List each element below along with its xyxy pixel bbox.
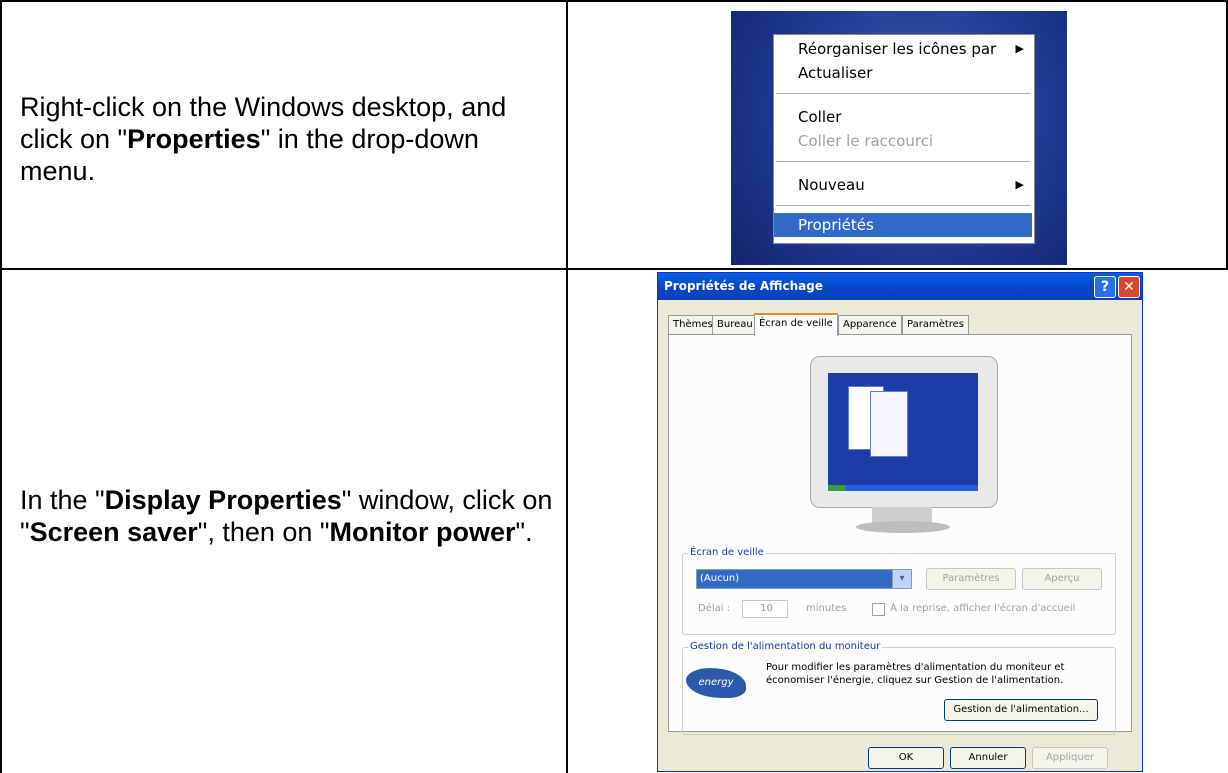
step-1-instruction: Right-click on the Windows desktop, and … xyxy=(20,91,560,187)
delay-label: Délai : xyxy=(698,603,731,614)
resume-checkbox[interactable] xyxy=(872,603,885,616)
menu-item-label: Nouveau xyxy=(798,176,865,194)
screensaver-select[interactable]: (Aucun) xyxy=(696,569,893,589)
table-border-left xyxy=(0,0,2,773)
menu-item-label: Coller xyxy=(798,108,842,126)
submenu-arrow-icon: ▶ xyxy=(1015,42,1024,55)
power-management-button[interactable]: Gestion de l'alimentation... xyxy=(944,699,1098,721)
menu-item-properties[interactable]: Propriétés xyxy=(774,213,1032,237)
step-2-instruction: In the "Display Properties" window, clic… xyxy=(20,484,560,548)
monitor-base xyxy=(856,521,950,533)
menu-item-new[interactable]: Nouveau ▶ xyxy=(774,173,1032,197)
display-properties-dialog: Propriétés de Affichage ? ✕ Thèmes Burea… xyxy=(657,272,1143,772)
menu-separator xyxy=(776,161,1030,162)
chevron-down-icon: ▾ xyxy=(899,573,905,584)
preview-window xyxy=(870,391,908,457)
minutes-label: minutes xyxy=(806,603,847,614)
menu-item-paste[interactable]: Coller xyxy=(774,105,1032,129)
dialog-title: Propriétés de Affichage xyxy=(664,279,823,293)
screensaver-group-label: Écran de veille xyxy=(688,547,766,558)
close-icon: ✕ xyxy=(1123,279,1135,295)
menu-separator xyxy=(776,93,1030,94)
screensaver-preview-button[interactable]: Aperçu xyxy=(1022,568,1102,590)
menu-item-paste-shortcut: Coller le raccourci xyxy=(774,129,1032,153)
tab-screen-saver[interactable]: Écran de veille xyxy=(754,313,838,336)
step-2-bold-monitor-power: Monitor power xyxy=(329,517,516,547)
menu-item-label: Coller le raccourci xyxy=(798,132,934,150)
tab-themes[interactable]: Thèmes xyxy=(668,315,718,334)
submenu-arrow-icon: ▶ xyxy=(1015,178,1024,191)
help-button[interactable]: ? xyxy=(1094,276,1116,298)
tab-appearance[interactable]: Apparence xyxy=(838,315,902,334)
screensaver-settings-button[interactable]: Paramètres xyxy=(926,568,1016,590)
context-menu: Réorganiser les icônes par ▶ Actualiser … xyxy=(773,34,1035,244)
screensaver-dropdown-button[interactable]: ▾ xyxy=(892,569,912,589)
apply-button[interactable]: Appliquer xyxy=(1032,747,1108,769)
table-border-middle xyxy=(566,0,568,773)
step-2-text-d: ". xyxy=(515,517,533,547)
menu-item-refresh[interactable]: Actualiser xyxy=(774,61,1032,85)
menu-item-label: Réorganiser les icônes par xyxy=(798,40,997,58)
menu-item-label: Propriétés xyxy=(798,216,874,234)
close-button[interactable]: ✕ xyxy=(1118,276,1140,298)
tab-settings[interactable]: Paramètres xyxy=(902,315,970,334)
menu-separator xyxy=(776,205,1030,206)
table-row-divider xyxy=(0,268,1228,270)
step-2-text-a: In the " xyxy=(20,485,105,515)
tab-desktop[interactable]: Bureau xyxy=(712,315,758,334)
menu-item-label: Actualiser xyxy=(798,64,873,82)
menu-item-arrange-icons[interactable]: Réorganiser les icônes par ▶ xyxy=(774,37,1032,61)
help-icon: ? xyxy=(1100,279,1110,295)
resume-checkbox-label: À la reprise, afficher l'écran d'accueil xyxy=(890,603,1076,614)
screensaver-group xyxy=(682,553,1116,635)
preview-start-button xyxy=(828,485,846,491)
ok-button[interactable]: OK xyxy=(868,747,944,769)
step-2-text-c: ", then on " xyxy=(197,517,330,547)
step-2-bold-display-properties: Display Properties xyxy=(104,485,342,515)
power-description: Pour modifier les paramètres d'alimentat… xyxy=(766,662,1065,686)
step-2-bold-screen-saver: Screen saver xyxy=(29,517,198,547)
cancel-button[interactable]: Annuler xyxy=(950,747,1026,769)
preview-taskbar xyxy=(828,485,978,491)
table-border-top xyxy=(0,0,1228,2)
step-1-bold-properties: Properties xyxy=(127,124,261,154)
monitor-power-group-label: Gestion de l'alimentation du moniteur xyxy=(688,641,883,652)
delay-spinner[interactable]: 10 xyxy=(742,600,788,618)
dialog-titlebar[interactable]: Propriétés de Affichage ? ✕ xyxy=(658,273,1142,300)
